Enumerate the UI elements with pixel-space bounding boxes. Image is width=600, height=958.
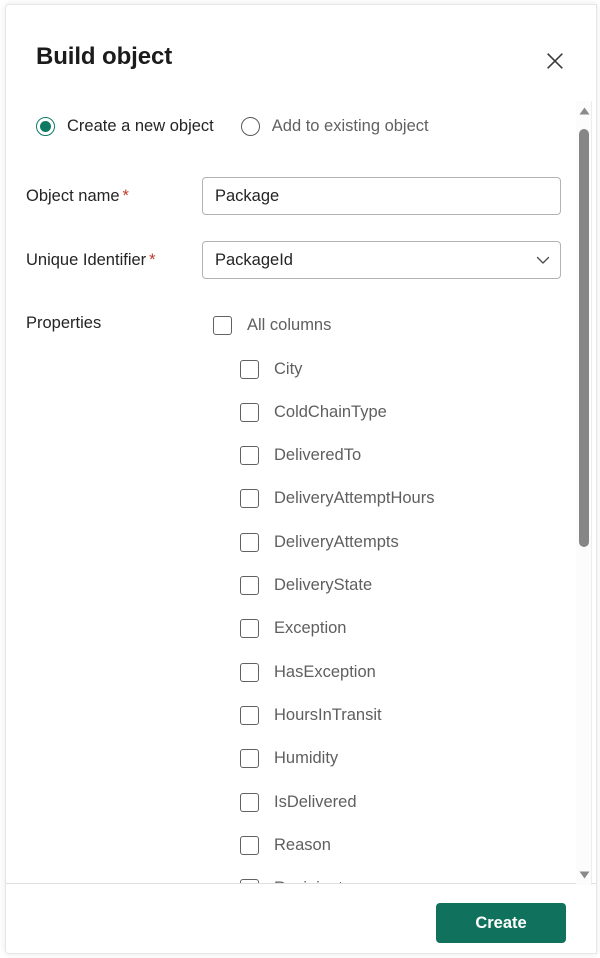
- checkbox-property-row[interactable]: Reason: [240, 831, 331, 859]
- scrollbar-thumb[interactable]: [579, 129, 589, 547]
- unique-identifier-value: PackageId: [215, 250, 293, 269]
- required-asterisk: *: [149, 250, 156, 269]
- radio-unselected-icon: [240, 116, 260, 136]
- unique-identifier-label: Unique Identifier *: [26, 250, 156, 269]
- checkbox-property-label: Exception: [274, 619, 347, 638]
- unique-identifier-select[interactable]: PackageId: [202, 241, 561, 279]
- scroll-up-arrow-icon[interactable]: [576, 103, 592, 119]
- object-name-label: Object name *: [26, 186, 129, 205]
- dialog-header: Build object: [6, 5, 596, 97]
- required-asterisk: *: [122, 186, 129, 205]
- checkbox-property-row[interactable]: IsDelivered: [240, 788, 357, 816]
- radio-create-new-object-label: Create a new object: [67, 116, 214, 135]
- checkbox-icon: [240, 359, 259, 379]
- checkbox-property-row[interactable]: Exception: [240, 615, 346, 643]
- checkbox-icon: [240, 576, 259, 595]
- checkbox-property-label: DeliveryAttemptHours: [274, 489, 435, 508]
- checkbox-icon: [240, 402, 259, 422]
- scroll-down-arrow-icon[interactable]: [576, 867, 592, 883]
- checkbox-property-label: ColdChainType: [274, 402, 387, 421]
- checkbox-property-label: Reason: [274, 835, 331, 854]
- checkbox-property-row[interactable]: HoursInTransit: [240, 701, 382, 729]
- radio-create-new-object[interactable]: Create a new object: [36, 116, 214, 136]
- radio-add-to-existing-object[interactable]: Add to existing object: [240, 116, 429, 136]
- checkbox-icon: [240, 619, 259, 639]
- checkbox-property-row[interactable]: DeliveryAttempts: [240, 528, 399, 556]
- checkbox-property-label: DeliveredTo: [274, 446, 362, 465]
- checkbox-property-row[interactable]: DeliveredTo: [240, 442, 361, 470]
- unique-identifier-row: Unique Identifier * PackageId: [6, 241, 596, 279]
- checkbox-property-label: HasException: [274, 662, 376, 681]
- checkbox-property-label: Humidity: [274, 749, 339, 768]
- checkbox-icon: [240, 532, 259, 552]
- checkbox-property-row[interactable]: DeliveryState: [240, 572, 372, 600]
- checkbox-property-row[interactable]: Humidity: [240, 745, 338, 773]
- checkbox-icon: [240, 792, 259, 812]
- checkbox-icon: [240, 835, 259, 855]
- properties-label: Properties: [26, 314, 102, 332]
- checkbox-all-columns[interactable]: All columns: [213, 311, 331, 339]
- checkbox-icon: [240, 662, 259, 682]
- radio-add-to-existing-object-label: Add to existing object: [271, 116, 429, 135]
- checkbox-all-columns-label: All columns: [247, 315, 332, 334]
- checkbox-property-label: DeliveryState: [274, 576, 373, 594]
- object-name-row: Object name *: [6, 177, 596, 215]
- checkbox-property-row[interactable]: HasException: [240, 658, 376, 686]
- radio-selected-icon: [36, 116, 55, 136]
- object-mode-radio-group: Create a new object Add to existing obje…: [6, 109, 429, 143]
- build-object-dialog: Build object Create a new object Add to …: [5, 4, 597, 954]
- properties-scrollbar[interactable]: [576, 101, 592, 885]
- create-button[interactable]: Create: [436, 903, 566, 943]
- scrollbar-divider: [591, 101, 592, 885]
- chevron-down-icon: [526, 252, 560, 268]
- close-icon: [545, 51, 565, 71]
- checkbox-property-label: IsDelivered: [274, 792, 357, 811]
- checkbox-property-label: DeliveryAttempts: [274, 532, 399, 551]
- checkbox-property-row[interactable]: ColdChainType: [240, 398, 387, 426]
- page-title: Build object: [36, 43, 173, 70]
- checkbox-property-row[interactable]: City: [240, 355, 302, 383]
- checkbox-icon: [240, 705, 259, 725]
- object-name-input[interactable]: [202, 177, 561, 215]
- checkbox-property-label: City: [274, 359, 303, 378]
- dialog-footer: Create: [6, 884, 596, 953]
- checkbox-icon: [240, 749, 259, 769]
- checkbox-property-label: HoursInTransit: [274, 705, 382, 724]
- checkbox-property-row[interactable]: DeliveryAttemptHours: [240, 485, 434, 513]
- dialog-body: Create a new object Add to existing obje…: [6, 97, 596, 884]
- checkbox-icon: [240, 489, 259, 509]
- checkbox-icon: [240, 446, 259, 466]
- checkbox-icon: [213, 315, 232, 335]
- close-button[interactable]: [539, 45, 571, 77]
